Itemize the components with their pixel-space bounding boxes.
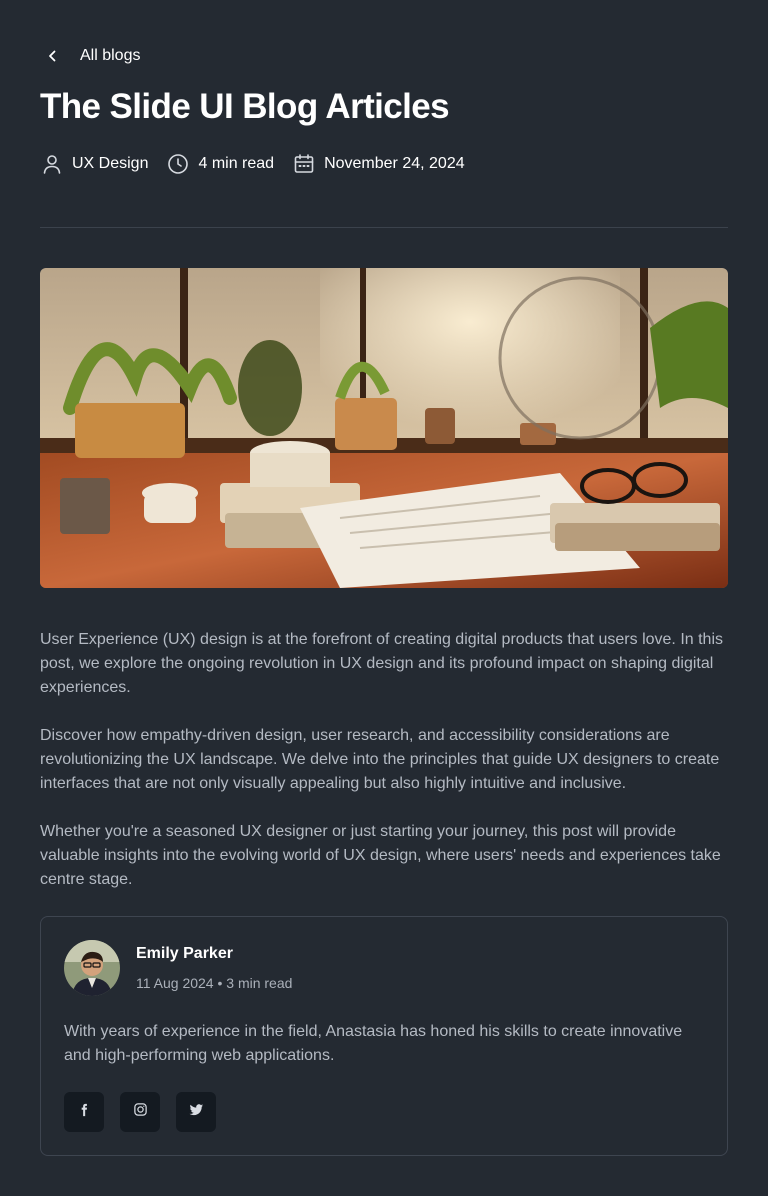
hero-image bbox=[40, 268, 728, 588]
author-card: Emily Parker 11 Aug 2024 • 3 min read Wi… bbox=[40, 916, 728, 1156]
meta-category-label: UX Design bbox=[72, 155, 149, 172]
author-bio: With years of experience in the field, A… bbox=[64, 1023, 683, 1064]
meta-category: UX Design bbox=[40, 152, 148, 176]
instagram-icon bbox=[133, 1102, 148, 1122]
page-title: The Slide UI Blog Articles bbox=[40, 87, 450, 126]
meta-date-label: November 24, 2024 bbox=[324, 155, 465, 172]
article-paragraph: Discover how empathy-driven design, user… bbox=[40, 727, 720, 792]
twitter-icon bbox=[189, 1102, 204, 1122]
back-link-label: All blogs bbox=[80, 47, 141, 64]
twitter-button[interactable] bbox=[176, 1092, 216, 1132]
back-link[interactable]: All blogs bbox=[40, 44, 140, 68]
facebook-button[interactable] bbox=[64, 1092, 104, 1132]
article-meta: UX Design 4 min read November 24, 2024 bbox=[40, 152, 483, 176]
chevron-left-icon bbox=[40, 44, 64, 68]
article-body: User Experience (UX) design is at the fo… bbox=[40, 628, 728, 916]
avatar bbox=[64, 940, 120, 996]
meta-date: November 24, 2024 bbox=[292, 152, 465, 176]
meta-read-time: 4 min read bbox=[166, 152, 274, 176]
article-paragraph: User Experience (UX) design is at the fo… bbox=[40, 631, 723, 696]
author-meta: 11 Aug 2024 • 3 min read bbox=[136, 975, 293, 991]
divider bbox=[40, 227, 728, 228]
article-paragraph: Whether you're a seasoned UX designer or… bbox=[40, 823, 721, 888]
calendar-icon bbox=[292, 152, 316, 176]
meta-read-time-label: 4 min read bbox=[198, 155, 275, 172]
facebook-icon bbox=[77, 1103, 91, 1122]
user-icon bbox=[40, 152, 64, 176]
clock-icon bbox=[166, 152, 190, 176]
instagram-button[interactable] bbox=[120, 1092, 160, 1132]
social-links bbox=[64, 1092, 232, 1132]
author-name: Emily Parker bbox=[136, 945, 233, 962]
